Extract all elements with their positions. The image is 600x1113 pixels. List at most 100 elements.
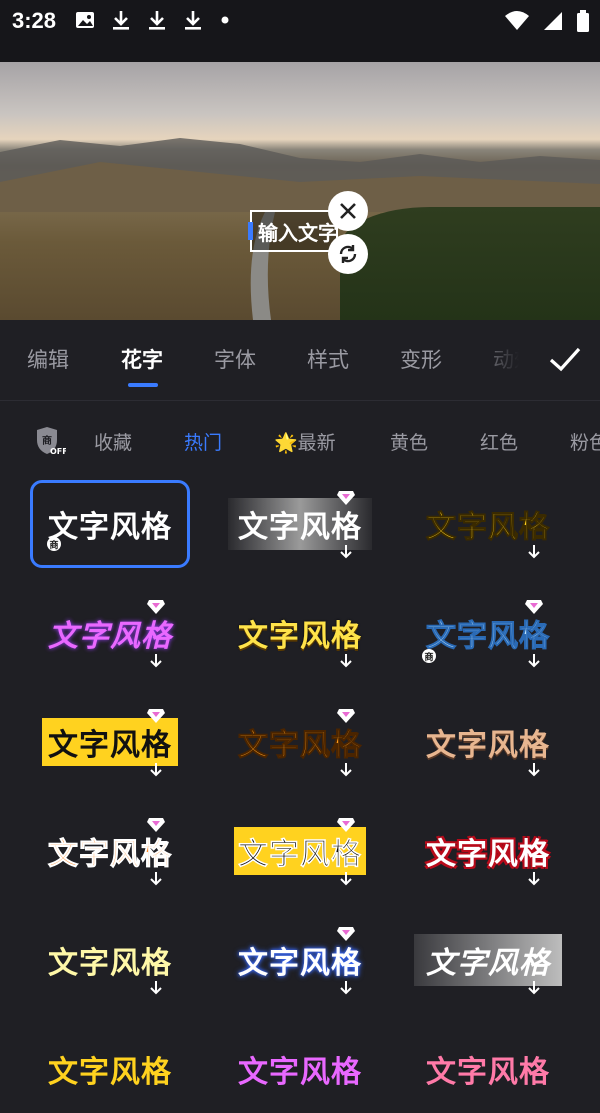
vip-diamond-icon — [147, 709, 165, 723]
style-sample-text: 文字风格 — [238, 946, 362, 981]
download-icon — [150, 654, 162, 668]
download-icon — [528, 654, 540, 668]
status-bar: 3:28 — [0, 0, 600, 62]
style-sample-text: 文字风格 — [238, 619, 362, 654]
signal-icon — [544, 12, 562, 30]
style-item[interactable]: 文字风格 — [408, 916, 568, 1004]
star-icon: 🌟 — [274, 432, 298, 454]
style-sample-text: 文字风格 — [48, 837, 172, 873]
vip-diamond-icon — [147, 818, 165, 832]
style-item[interactable]: 文字风格 — [30, 589, 190, 677]
style-item[interactable]: 文字风格 — [30, 1025, 190, 1113]
download-icon — [150, 763, 162, 777]
style-sample-text: 文字风格 — [42, 718, 178, 766]
download-icon — [113, 11, 129, 30]
svg-text:OFF: OFF — [50, 447, 66, 456]
battery-icon — [577, 10, 589, 32]
vip-diamond-icon — [337, 709, 355, 723]
tab-transform[interactable]: 变形 — [400, 344, 442, 374]
style-sample-text: 文字风格 — [426, 1055, 550, 1090]
commercial-badge: 商 — [422, 649, 436, 663]
style-sample-text: 文字风格 — [426, 619, 550, 655]
style-item[interactable]: 文字风格商 — [30, 480, 190, 568]
style-sample-text: 文字风格 — [426, 510, 550, 546]
download-icon — [528, 763, 540, 777]
forest-area — [340, 207, 600, 320]
download-icon — [528, 981, 540, 995]
style-item[interactable]: 文字风格 — [30, 916, 190, 1004]
status-time: 3:28 — [12, 8, 57, 33]
download-icon — [340, 872, 352, 886]
notification-icons — [74, 9, 232, 31]
tab-fade — [470, 320, 540, 398]
wifi-icon — [505, 11, 529, 30]
download-icon — [528, 872, 540, 886]
style-item[interactable]: 文字风格 — [220, 589, 380, 677]
style-item[interactable]: 文字风格 — [220, 807, 380, 895]
close-button[interactable] — [328, 191, 368, 231]
dot-icon — [221, 16, 229, 24]
text-input-box[interactable]: 输入文字 — [250, 210, 338, 252]
landscape-hills — [0, 138, 600, 212]
style-item[interactable]: 文字风格 — [30, 807, 190, 895]
category-latest[interactable]: 🌟最新 — [274, 428, 336, 455]
style-sample-text: 文字风格 — [234, 827, 366, 875]
text-box-value: 输入文字 — [258, 220, 338, 245]
download-icon — [528, 545, 540, 559]
download-icon — [340, 654, 352, 668]
tab-edit[interactable]: 编辑 — [27, 344, 69, 374]
download-icon — [149, 11, 165, 30]
vip-diamond-icon — [525, 600, 543, 614]
style-sample-text: 文字风格 — [238, 1055, 362, 1090]
style-item[interactable]: 文字风格 — [30, 698, 190, 786]
system-icons — [504, 10, 590, 32]
download-icon — [340, 763, 352, 777]
download-icon — [150, 981, 162, 995]
style-item[interactable]: 文字风格 — [408, 807, 568, 895]
style-sample-text: 文字风格 — [48, 946, 172, 981]
style-sample-text: 文字风格 — [414, 934, 562, 986]
style-item[interactable]: 文字风格 — [220, 1025, 380, 1113]
download-icon — [185, 11, 201, 30]
active-tab-indicator — [128, 383, 158, 387]
tab-font[interactable]: 字体 — [214, 344, 256, 374]
image-icon — [76, 12, 94, 28]
style-sample-text: 文字风格 — [48, 510, 172, 545]
style-item[interactable]: 文字风格 — [220, 916, 380, 1004]
shang-off-icon[interactable]: 商 OFF — [34, 426, 68, 456]
close-icon — [340, 203, 356, 219]
style-item[interactable]: 文字风格商 — [408, 589, 568, 677]
check-icon[interactable] — [546, 340, 584, 378]
style-item[interactable]: 文字风格 — [408, 698, 568, 786]
category-pink[interactable]: 粉色 — [570, 428, 600, 455]
svg-text:商: 商 — [42, 434, 52, 447]
style-sample-text: 文字风格 — [426, 837, 550, 872]
category-red[interactable]: 红色 — [480, 428, 518, 455]
category-hot[interactable]: 热门 — [184, 428, 222, 455]
download-icon — [340, 545, 352, 559]
rotate-icon — [339, 245, 357, 263]
style-item[interactable]: 文字风格 — [220, 480, 380, 568]
style-sample-text: 文字风格 — [426, 728, 550, 763]
vip-diamond-icon — [337, 491, 355, 505]
rotate-button[interactable] — [328, 234, 368, 274]
commercial-badge: 商 — [47, 537, 61, 551]
tab-fancy-text[interactable]: 花字 — [121, 344, 163, 374]
download-icon — [340, 981, 352, 995]
style-item[interactable]: 文字风格 — [408, 480, 568, 568]
video-preview[interactable] — [0, 62, 600, 320]
style-item[interactable]: 文字风格 — [220, 698, 380, 786]
tab-style[interactable]: 样式 — [307, 344, 349, 374]
vip-diamond-icon — [337, 818, 355, 832]
download-icon — [150, 872, 162, 886]
category-favorites[interactable]: 收藏 — [94, 428, 132, 455]
style-sample-text: 文字风格 — [48, 619, 172, 654]
style-sample-text: 文字风格 — [48, 1055, 172, 1090]
category-bar: 商 OFF 收藏 热门 🌟最新 黄色 红色 粉色 — [0, 400, 600, 480]
style-item[interactable]: 文字风格 — [408, 1025, 568, 1113]
vip-diamond-icon — [147, 600, 165, 614]
style-sample-text: 文字风格 — [238, 728, 362, 764]
category-yellow[interactable]: 黄色 — [390, 428, 428, 455]
vip-diamond-icon — [337, 927, 355, 941]
text-cursor — [248, 222, 253, 240]
